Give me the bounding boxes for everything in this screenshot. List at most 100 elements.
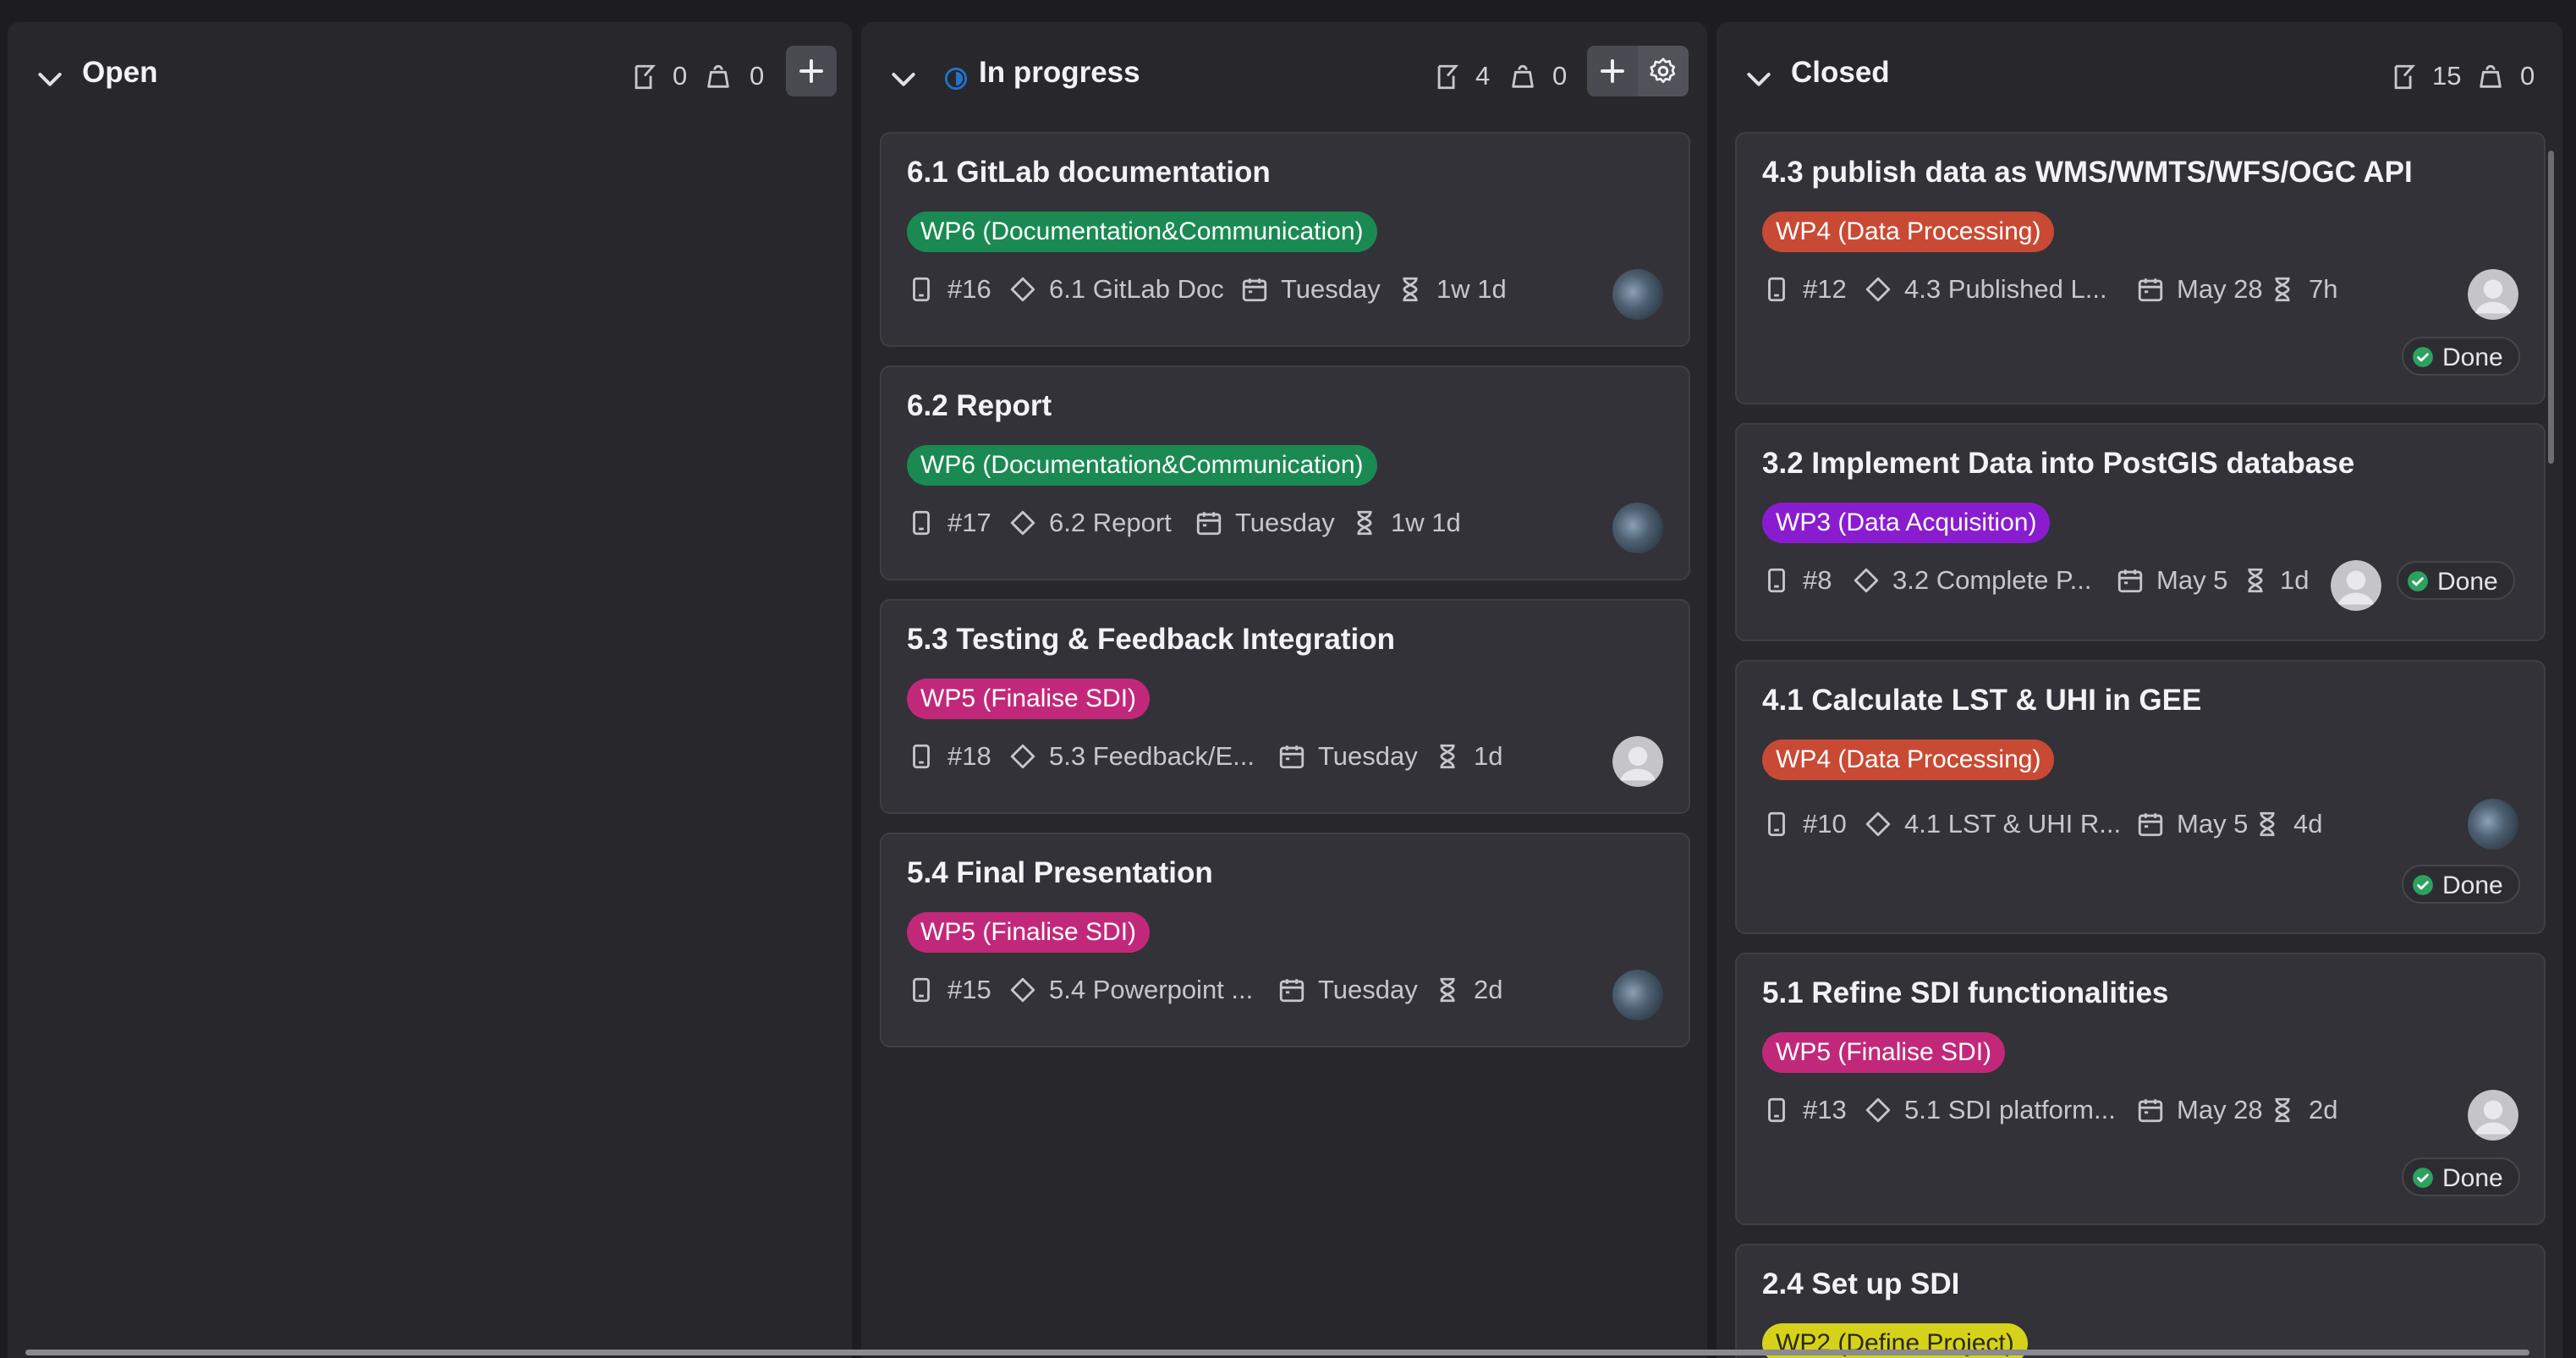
hourglass-icon [1396,275,1425,304]
issue-card[interactable]: 2.4 Set up SDI WP2 (Define Project) [1735,1244,2546,1358]
issue-card[interactable]: 5.3 Testing & Feedback Integration WP5 (… [880,599,1690,814]
board-column-in-progress: In progress 4 0 6.1 GitLab documentation… [861,22,1707,1358]
status-label: Done [2442,1164,2503,1192]
issue-label[interactable]: WP5 (Finalise SDI) [907,679,1151,719]
milestone-icon [1864,810,1892,838]
issue-number: #15 [947,975,991,1004]
issue-due-date: Tuesday [1318,975,1418,1004]
issues-icon [630,63,659,91]
issue-milestone[interactable]: 5.1 SDI platform... [1904,1095,2116,1125]
issue-title[interactable]: 5.4 Final Presentation [907,856,1213,890]
issue-number: #8 [1803,565,1832,595]
assignee-avatar[interactable] [2468,1090,2518,1141]
vertical-scrollbar[interactable] [2548,151,2554,464]
issue-label[interactable]: WP3 (Data Acquisition) [1762,503,2051,543]
issue-card[interactable]: 4.1 Calculate LST & UHI in GEE WP4 (Data… [1735,660,2546,934]
issue-number: #16 [947,274,991,304]
status-badge: Done [2402,865,2520,904]
issue-type-icon [907,509,936,537]
issue-milestone[interactable]: 6.2 Report [1049,508,1172,538]
issue-milestone[interactable]: 5.4 Powerpoint ... [1049,975,1253,1005]
milestone-icon [1008,742,1037,771]
horizontal-scrollbar[interactable] [25,1350,2529,1355]
check-circle-icon [2412,1167,2434,1189]
chevron-down-icon[interactable] [887,62,920,96]
issue-card[interactable]: 5.1 Refine SDI functionalities WP5 (Fina… [1735,953,2546,1225]
hourglass-icon [1433,742,1462,771]
calendar-icon [2136,1096,2165,1124]
assignee-avatar[interactable] [2468,799,2518,849]
issue-label[interactable]: WP4 (Data Processing) [1762,739,2055,780]
issue-title[interactable]: 5.1 Refine SDI functionalities [1762,976,2168,1010]
issue-title[interactable]: 2.4 Set up SDI [1762,1267,1959,1301]
issue-due-date: Tuesday [1318,741,1418,771]
plus-icon [1597,56,1628,86]
issue-time-estimate: 4d [2293,809,2323,838]
weight-icon [2476,63,2505,91]
issue-title[interactable]: 5.3 Testing & Feedback Integration [907,623,1395,657]
assignee-avatar[interactable] [1612,736,1663,787]
issue-card[interactable]: 6.1 GitLab documentation WP6 (Documentat… [880,132,1690,347]
milestone-icon [1008,509,1037,537]
list-settings-button[interactable] [1638,46,1689,96]
check-circle-icon [2412,346,2434,368]
issue-label[interactable]: WP6 (Documentation&Communication) [907,445,1377,486]
issue-card[interactable]: 6.2 Report WP6 (Documentation&Communicat… [880,366,1690,580]
issue-type-icon [907,275,936,304]
issue-title[interactable]: 3.2 Implement Data into PostGIS database [1762,447,2354,481]
issue-milestone[interactable]: 4.3 Published L... [1904,274,2107,305]
issue-milestone[interactable]: 6.1 GitLab Doc [1049,274,1224,305]
issue-label[interactable]: WP5 (Finalise SDI) [1762,1032,2006,1073]
issue-count: 0 [673,61,688,91]
issue-milestone[interactable]: 4.1 LST & UHI R... [1904,809,2121,839]
assignee-avatar[interactable] [2468,269,2518,320]
new-issue-button[interactable] [786,46,837,96]
calendar-icon [2136,810,2165,838]
issues-icon [2390,63,2419,91]
issue-card[interactable]: 5.4 Final Presentation WP5 (Finalise SDI… [880,833,1690,1047]
assignee-avatar[interactable] [1612,970,1663,1020]
chevron-down-icon[interactable] [33,62,67,96]
calendar-icon [2116,566,2145,595]
new-issue-button[interactable] [1587,46,1638,96]
assignee-avatar[interactable] [1612,269,1663,320]
calendar-icon [1277,976,1306,1004]
board-column-closed: Closed 15 0 4.3 publish data as WMS/WMTS… [1716,22,2562,1358]
issue-due-date: May 5 [2177,809,2249,838]
issue-type-icon [1762,810,1791,838]
status-label: Done [2437,568,2498,596]
issue-title[interactable]: 6.1 GitLab documentation [907,156,1271,190]
milestone-icon [1852,566,1881,595]
issue-milestone[interactable]: 5.3 Feedback/E... [1049,741,1255,772]
chevron-down-icon[interactable] [1742,62,1776,96]
issue-type-icon [1762,566,1791,595]
issue-title[interactable]: 4.3 publish data as WMS/WMTS/WFS/OGC API [1762,156,2413,190]
issue-label[interactable]: WP6 (Documentation&Communication) [907,212,1377,252]
hourglass-icon [2253,810,2282,838]
assignee-avatar[interactable] [1612,503,1663,553]
issue-count: 15 [2432,61,2462,91]
status-badge: Done [2402,337,2520,376]
column-title: Open [82,56,158,89]
issue-time-estimate: 2d [2309,1095,2338,1124]
assignee-avatar[interactable] [2331,560,2381,611]
issue-due-date: Tuesday [1281,274,1381,304]
status-badge: Done [2402,1157,2520,1196]
issue-card[interactable]: 3.2 Implement Data into PostGIS database… [1735,423,2546,641]
hourglass-icon [1433,976,1462,1004]
issue-milestone[interactable]: 3.2 Complete P... [1892,565,2092,596]
milestone-icon [1864,275,1892,304]
issue-number: #13 [1803,1095,1847,1124]
plus-icon [796,56,827,86]
weight-count: 0 [2520,61,2535,91]
check-circle-icon [2407,570,2429,592]
board: Open 0 0 In progress 4 0 6.1 GitLab docu… [0,0,2576,1358]
issue-type-icon [907,976,936,1004]
issue-title[interactable]: 6.2 Report [907,389,1052,423]
issue-label[interactable]: WP4 (Data Processing) [1762,212,2055,252]
issue-label[interactable]: WP5 (Finalise SDI) [907,912,1151,953]
milestone-icon [1864,1096,1892,1124]
issue-title[interactable]: 4.1 Calculate LST & UHI in GEE [1762,684,2201,717]
status-label: Done [2442,344,2503,371]
issue-card[interactable]: 4.3 publish data as WMS/WMTS/WFS/OGC API… [1735,132,2546,404]
